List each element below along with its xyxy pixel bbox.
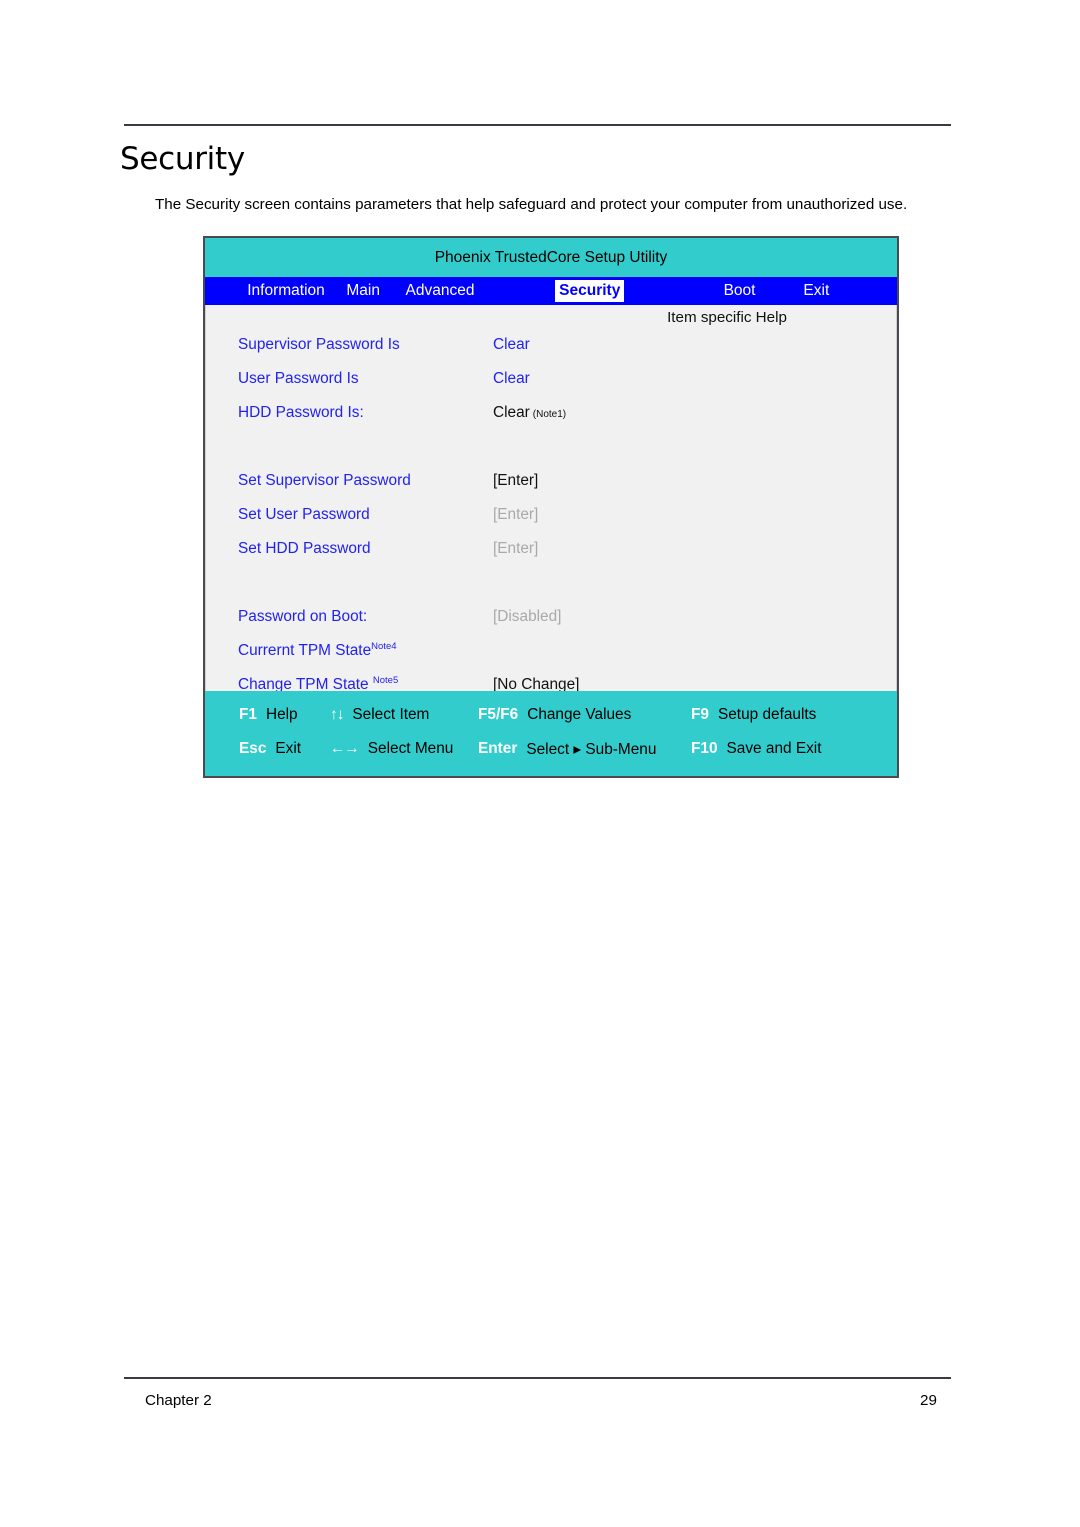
label-set-supervisor-password: Set Supervisor Password <box>238 472 411 489</box>
row-password-on-boot[interactable]: Password on Boot: [Disabled] <box>206 608 896 642</box>
key-desc-exit: Exit <box>275 740 302 757</box>
bios-utility-title: Phoenix TrustedCore Setup Utility <box>434 248 668 266</box>
value-hdd-password-is: Clear (Note1) <box>493 404 566 422</box>
label-change-tpm-state-note: Note5 <box>372 674 399 686</box>
key-esc-exit[interactable]: Esc Exit <box>205 740 330 758</box>
row-current-tpm-state[interactable]: Currernt TPM StateNote4 <box>206 642 896 676</box>
label-set-user-password: Set User Password <box>238 506 370 523</box>
menu-gap-a <box>478 277 555 305</box>
row-set-hdd-password[interactable]: Set HDD Password [Enter] <box>206 540 896 574</box>
key-name-f10: F10 <box>691 740 718 757</box>
value-user-password-is: Clear <box>493 370 530 387</box>
label-supervisor-password-is: Supervisor Password Is <box>238 336 400 353</box>
key-leftright-select-menu[interactable]: ←→ Select Menu <box>330 740 478 758</box>
row-supervisor-password-is[interactable]: Supervisor Password Is Clear <box>206 336 896 370</box>
key-legend-row-2: Esc Exit ←→ Select Menu Enter Select ▸ S… <box>205 732 897 766</box>
tab-boot[interactable]: Boot <box>701 277 778 305</box>
value-password-on-boot[interactable]: [Disabled] <box>493 608 561 626</box>
arrow-up-down-icon: ↑↓ <box>330 706 344 723</box>
label-current-tpm-state-text: Currernt TPM State <box>238 642 372 659</box>
menu-spacer-right <box>855 277 897 305</box>
value-supervisor-password-is: Clear <box>493 336 530 353</box>
footer-page-number: 29 <box>920 1392 937 1409</box>
key-legend-row-1: F1 Help ↑↓ Select Item F5/F6 Change Valu… <box>205 698 897 732</box>
label-current-tpm-state: Currernt TPM StateNote4 <box>238 642 493 660</box>
tab-main[interactable]: Main <box>325 277 402 305</box>
key-f10-save-and-exit[interactable]: F10 Save and Exit <box>691 740 861 758</box>
key-desc-setup-defaults: Setup defaults <box>717 706 817 723</box>
menu-spacer-left <box>205 277 247 305</box>
bios-menu-bar[interactable]: Information Main Advanced Security Boot … <box>205 277 897 305</box>
arrow-left-right-icon: ←→ <box>330 740 360 757</box>
tab-exit[interactable]: Exit <box>778 277 855 305</box>
tab-information[interactable]: Information <box>247 277 325 305</box>
label-set-hdd-password: Set HDD Password <box>238 540 371 557</box>
value-hdd-password-text: Clear <box>493 404 530 421</box>
value-set-supervisor-password[interactable]: [Enter] <box>493 472 538 490</box>
tab-advanced[interactable]: Advanced <box>402 277 479 305</box>
key-desc-select-submenu: Select ▸ Sub-Menu <box>526 740 657 758</box>
row-user-password-is[interactable]: User Password Is Clear <box>206 370 896 404</box>
key-name-f1: F1 <box>239 706 257 723</box>
key-desc-f1: Help <box>265 706 298 723</box>
value-set-user-password[interactable]: [Enter] <box>493 506 538 524</box>
key-name-enter: Enter <box>478 740 518 757</box>
bios-body: Item specific Help Supervisor Password I… <box>205 305 897 693</box>
key-desc-change-values: Change Values <box>527 706 632 723</box>
intro-paragraph: The Security screen contains parameters … <box>155 196 908 213</box>
value-set-hdd-password[interactable]: [Enter] <box>493 540 538 558</box>
bios-title-bar: Phoenix TrustedCore Setup Utility <box>205 238 897 277</box>
row-spacer-2 <box>206 574 896 608</box>
key-f9-setup-defaults[interactable]: F9 Setup defaults <box>691 706 861 724</box>
row-set-user-password[interactable]: Set User Password [Enter] <box>206 506 896 540</box>
key-desc-save-and-exit: Save and Exit <box>726 740 822 757</box>
key-name-f9: F9 <box>691 706 709 723</box>
key-name-f5-f6: F5/F6 <box>478 706 519 723</box>
key-enter-select-submenu[interactable]: Enter Select ▸ Sub-Menu <box>478 740 691 759</box>
page-bottom-divider <box>124 1377 951 1379</box>
label-hdd-password-is: HDD Password Is: <box>238 404 364 421</box>
bios-setup-window: Phoenix TrustedCore Setup Utility Inform… <box>203 236 899 778</box>
key-name-esc: Esc <box>239 740 267 757</box>
value-hdd-password-note: (Note1) <box>532 409 567 420</box>
page-title: Security <box>120 141 245 177</box>
row-spacer-1 <box>206 438 896 472</box>
menu-gap-b <box>624 277 701 305</box>
tab-security[interactable]: Security <box>555 280 625 302</box>
item-specific-help-header: Item specific Help <box>667 309 787 326</box>
key-desc-select-menu: Select Menu <box>367 740 454 757</box>
key-updown-select-item[interactable]: ↑↓ Select Item <box>330 706 478 724</box>
key-desc-select-item: Select Item <box>352 706 430 723</box>
key-f5-f6-change-values[interactable]: F5/F6 Change Values <box>478 706 691 724</box>
row-hdd-password-is[interactable]: HDD Password Is: Clear (Note1) <box>206 404 896 438</box>
label-password-on-boot: Password on Boot: <box>238 608 368 625</box>
key-f1-help[interactable]: F1 Help <box>205 706 330 724</box>
settings-list: Supervisor Password Is Clear User Passwo… <box>206 336 896 710</box>
footer-chapter-label: Chapter 2 <box>145 1392 212 1409</box>
page-top-divider <box>124 124 951 126</box>
row-set-supervisor-password[interactable]: Set Supervisor Password [Enter] <box>206 472 896 506</box>
label-user-password-is: User Password Is <box>238 370 359 387</box>
bios-key-legend: F1 Help ↑↓ Select Item F5/F6 Change Valu… <box>205 691 897 776</box>
label-current-tpm-state-note: Note4 <box>371 640 397 652</box>
